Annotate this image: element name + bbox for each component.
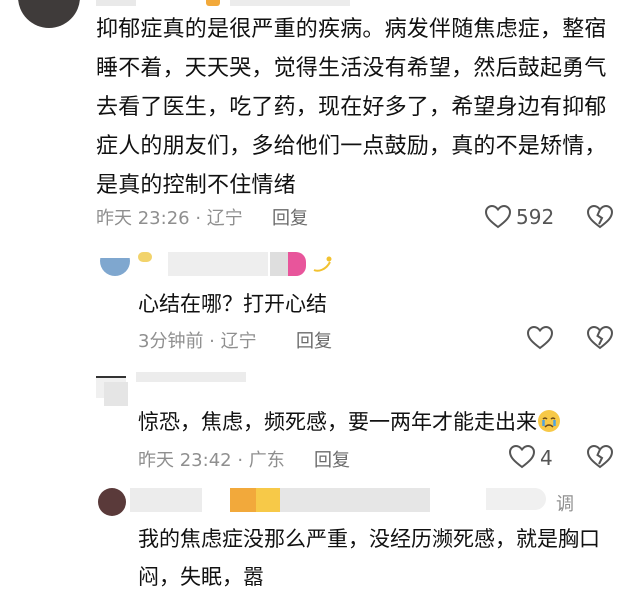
comment-text: 抑郁症真的是很严重的疾病。病发伴随焦虑症，整宿睡不着，天天哭，觉得生活没有希望，…: [96, 17, 607, 198]
comment-time-location: 昨天 23:42 · 广东: [138, 450, 285, 471]
avatar[interactable]: [18, 0, 80, 28]
dislike-button[interactable]: [586, 444, 614, 474]
comment-time-location: 昨天 23:26 · 辽宁: [96, 208, 243, 229]
reply-button[interactable]: 回复: [314, 446, 350, 472]
like-count: 4: [540, 446, 553, 470]
blurred-username: [136, 372, 266, 384]
blurred-username: [96, 0, 416, 6]
reply-text: 我的焦虑症没那么严重，没经历濒死感，就是胸口闷，失眠，嚣: [138, 527, 600, 589]
reply-text: 心结在哪？打开心结: [138, 292, 327, 316]
heart-outline-icon: [526, 325, 554, 350]
dizzy-sparkle-emoji: [310, 252, 332, 274]
dislike-button[interactable]: [586, 325, 614, 355]
reply-button[interactable]: 回复: [272, 204, 308, 230]
heart-outline-icon: [484, 204, 512, 229]
broken-heart-icon: [586, 444, 614, 469]
comment-time-location: 3分钟前 · 辽宁: [138, 331, 257, 352]
broken-heart-icon: [586, 325, 614, 350]
blurred-username: [130, 488, 550, 514]
avatar[interactable]: [98, 488, 126, 516]
crying-face-emoji: [538, 410, 560, 432]
reply-text: 惊恐，焦虑，频死感，要一两年才能走出来: [138, 406, 561, 436]
blurred-username: [138, 252, 338, 278]
like-count: 592: [516, 205, 555, 229]
broken-heart-icon: [586, 204, 614, 229]
like-button[interactable]: [484, 204, 512, 234]
partial-label: 调: [556, 494, 574, 515]
avatar[interactable]: [100, 246, 130, 276]
like-button[interactable]: [508, 444, 536, 474]
like-button[interactable]: [526, 325, 554, 355]
reply-button[interactable]: 回复: [296, 327, 332, 353]
dislike-button[interactable]: [586, 204, 614, 234]
heart-outline-icon: [508, 444, 536, 469]
avatar-placeholder: [104, 382, 128, 406]
